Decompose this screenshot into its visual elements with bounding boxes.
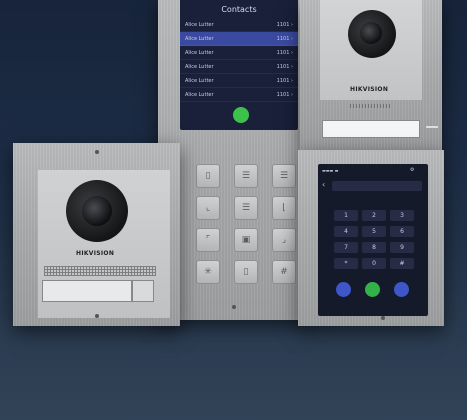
settings-icon: ⚙ — [410, 167, 415, 173]
key-6[interactable]: 6 — [390, 226, 414, 237]
key-5[interactable]: 5 — [362, 226, 386, 237]
call-button[interactable] — [233, 107, 249, 123]
key-7[interactable]: ⌜ — [196, 228, 220, 252]
contact-number: 1101 — [276, 77, 290, 84]
touch-screen-panel: ▬▬▬ ▬ ⚙ ‹ 1 2 3 4 5 6 7 8 9 * 0 # — [298, 150, 444, 326]
contacts-display: Contacts Alice Lutter 1101 › Alice Lutter… — [180, 0, 298, 130]
camera-face: HIKVISION — [38, 170, 170, 318]
contact-name: Alice Lutter — [185, 35, 214, 42]
user-icon[interactable] — [336, 282, 351, 297]
key-9[interactable]: 9 — [390, 242, 414, 253]
speaker-grille — [44, 266, 156, 276]
contact-row-selected[interactable]: Alice Lutter 1101 › — [180, 32, 298, 46]
key-9[interactable]: ⌟ — [272, 228, 296, 252]
key-1[interactable]: ▯ — [196, 164, 220, 188]
contact-row[interactable]: Alice Lutter 1101 › — [180, 88, 298, 102]
key-hash[interactable]: # — [390, 258, 414, 269]
chevron-right-icon: › — [291, 77, 293, 84]
back-icon[interactable]: ‹ — [322, 180, 325, 189]
key-star[interactable]: * — [334, 258, 358, 269]
contact-name: Alice Lutter — [185, 77, 214, 84]
brand-logo: HIKVISION — [76, 250, 115, 257]
key-4[interactable]: 4 — [334, 226, 358, 237]
chevron-right-icon: › — [291, 63, 293, 70]
contacts-title: Contacts — [221, 5, 257, 14]
status-bar: ▬▬▬ ▬ — [322, 168, 339, 173]
screw — [232, 305, 236, 309]
camera-module-panel: HIKVISION — [300, 0, 442, 150]
chevron-right-icon: › — [291, 21, 293, 28]
key-8[interactable]: 8 — [362, 242, 386, 253]
screw — [95, 314, 99, 318]
screw — [95, 150, 99, 154]
contact-name: Alice Lutter — [185, 21, 214, 28]
key-1[interactable]: 1 — [334, 210, 358, 221]
brand-logo: HIKVISION — [350, 86, 389, 93]
dial-input[interactable] — [332, 181, 422, 191]
contact-number: 1101 — [276, 35, 290, 42]
keypad-station-panel: Contacts Alice Lutter 1101 › Alice Lutter… — [158, 0, 311, 320]
lens-icon — [82, 196, 112, 226]
name-plate — [322, 120, 420, 138]
lens-icon — [360, 22, 382, 44]
contacts-list: Alice Lutter 1101 › Alice Lutter 1101 › Al… — [180, 18, 298, 102]
key-2[interactable]: 2 — [362, 210, 386, 221]
contact-name: Alice Lutter — [185, 63, 214, 70]
key-8[interactable]: ▣ — [234, 228, 258, 252]
key-0[interactable]: ▯ — [234, 260, 258, 284]
key-4[interactable]: ⌞ — [196, 196, 220, 220]
key-hash[interactable]: # — [272, 260, 296, 284]
chevron-right-icon: › — [291, 49, 293, 56]
key-5[interactable]: ☰ — [234, 196, 258, 220]
left-camera-panel: HIKVISION — [13, 143, 180, 326]
contact-name: Alice Lutter — [185, 91, 214, 98]
key-star[interactable]: ✳ — [196, 260, 220, 284]
key-2[interactable]: ☰ — [234, 164, 258, 188]
chevron-right-icon: › — [291, 35, 293, 42]
key-0[interactable]: 0 — [362, 258, 386, 269]
contact-name: Alice Lutter — [185, 49, 214, 56]
phone-icon[interactable] — [365, 282, 380, 297]
key-3[interactable]: 3 — [390, 210, 414, 221]
call-button[interactable] — [132, 280, 154, 302]
contacts-icon[interactable] — [394, 282, 409, 297]
contact-row[interactable]: Alice Lutter 1101 › — [180, 74, 298, 88]
dial-screen: ▬▬▬ ▬ ⚙ ‹ 1 2 3 4 5 6 7 8 9 * 0 # — [318, 164, 428, 316]
contact-number: 1101 — [276, 21, 290, 28]
contact-row[interactable]: Alice Lutter 1101 › — [180, 46, 298, 60]
contact-row[interactable]: Alice Lutter 1101 › — [180, 60, 298, 74]
key-7[interactable]: 7 — [334, 242, 358, 253]
speaker-grille — [350, 104, 390, 108]
dash-icon — [426, 126, 438, 128]
key-6[interactable]: ⌊ — [272, 196, 296, 220]
contact-number: 1101 — [276, 49, 290, 56]
screw — [381, 316, 385, 320]
chevron-right-icon: › — [291, 91, 293, 98]
name-plate — [42, 280, 132, 302]
key-3[interactable]: ☰ — [272, 164, 296, 188]
contact-row[interactable]: Alice Lutter 1101 › — [180, 18, 298, 32]
camera-face: HIKVISION — [320, 0, 422, 100]
contact-number: 1101 — [276, 63, 290, 70]
contact-number: 1101 — [276, 91, 290, 98]
